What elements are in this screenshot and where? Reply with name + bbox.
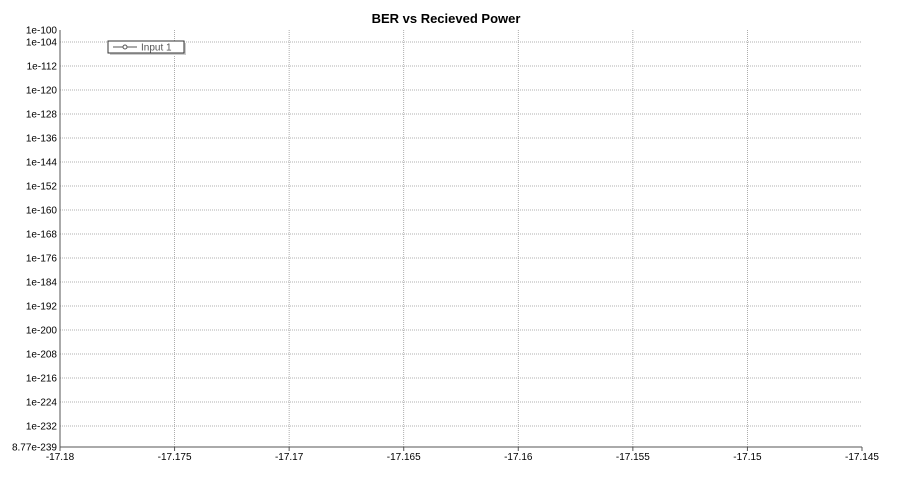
legend: Input 1: [107, 40, 186, 55]
y-tick-label: 1e-104: [26, 38, 58, 49]
x-tick-label: -17.145: [845, 452, 879, 463]
y-tick-label: 1e-100: [26, 26, 58, 37]
y-tick-label: 1e-216: [26, 374, 58, 385]
x-tick-label: -17.15: [733, 452, 762, 463]
chart-background: [0, 0, 898, 497]
y-tick-label: 1e-128: [26, 110, 58, 121]
x-tick-label: -17.175: [158, 452, 192, 463]
y-tick-label: 1e-192: [26, 302, 58, 313]
y-tick-label: 1e-152: [26, 182, 58, 193]
x-tick-label: -17.16: [504, 452, 533, 463]
x-tick-label: -17.155: [616, 452, 650, 463]
y-tick-label: 1e-224: [26, 398, 58, 409]
y-tick-label: 1e-184: [26, 278, 58, 289]
y-tick-label: 1e-232: [26, 422, 58, 433]
y-tick-label: 1e-160: [26, 206, 58, 217]
y-tick-label: 1e-120: [26, 86, 58, 97]
y-tick-label: 1e-176: [26, 254, 58, 265]
legend-marker-icon: [122, 44, 128, 50]
x-tick-label: -17.165: [387, 452, 421, 463]
y-tick-label: 1e-200: [26, 326, 58, 337]
y-tick-label: 1e-136: [26, 134, 58, 145]
y-tick-label: 1e-144: [26, 158, 58, 169]
y-tick-label: 1e-208: [26, 350, 58, 361]
ber-chart: BER vs Recieved Power 1e-1001e-104 1e-112…: [0, 0, 898, 497]
y-tick-label: 1e-168: [26, 230, 58, 241]
chart-container: BER vs Recieved Power 1e-100 1e-104 1e-112…: [0, 0, 898, 497]
y-tick-label: 1e-112: [27, 62, 58, 73]
chart-title: BER vs Recieved Power: [372, 11, 521, 26]
x-tick-label: -17.17: [275, 452, 304, 463]
x-tick-label: -17.18: [46, 452, 75, 463]
legend-label: Input 1: [141, 43, 172, 54]
